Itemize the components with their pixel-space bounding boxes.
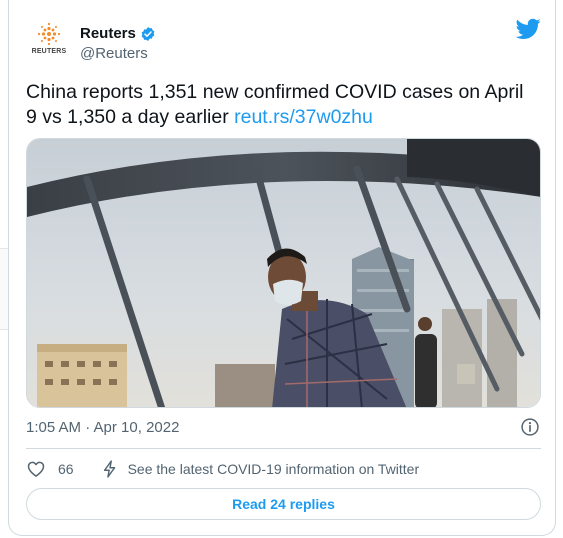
tweet-photo[interactable] [26,138,541,408]
photo-man-with-mask-on-bridge [27,139,540,407]
lightning-bolt-icon[interactable] [100,459,120,479]
twitter-bird-icon[interactable] [516,18,541,40]
verified-badge-icon [141,26,155,41]
read-replies-button[interactable]: Read 24 replies [26,488,541,520]
tweet-timestamp[interactable]: 1:05 AM · Apr 10, 2022 [26,419,179,436]
avatar[interactable]: REUTERS [26,20,72,66]
tweet-link[interactable]: reut.rs/37w0zhu [234,106,373,128]
divider [26,448,541,449]
tweet-actions: 66 See the latest COVID-19 information o… [26,458,419,480]
avatar-logo-text: REUTERS [31,48,67,55]
like-count[interactable]: 66 [58,461,74,477]
info-icon[interactable] [520,417,540,437]
author-name-row[interactable]: Reuters [80,25,156,42]
author-handle[interactable]: @Reuters [80,45,148,62]
reuters-logo-icon [37,22,61,46]
covid-info-link[interactable]: See the latest COVID-19 information on T… [128,461,420,477]
author-display-name[interactable]: Reuters [80,25,136,42]
tweet-text: China reports 1,351 new confirmed COVID … [26,80,536,130]
heart-icon[interactable] [26,459,46,479]
